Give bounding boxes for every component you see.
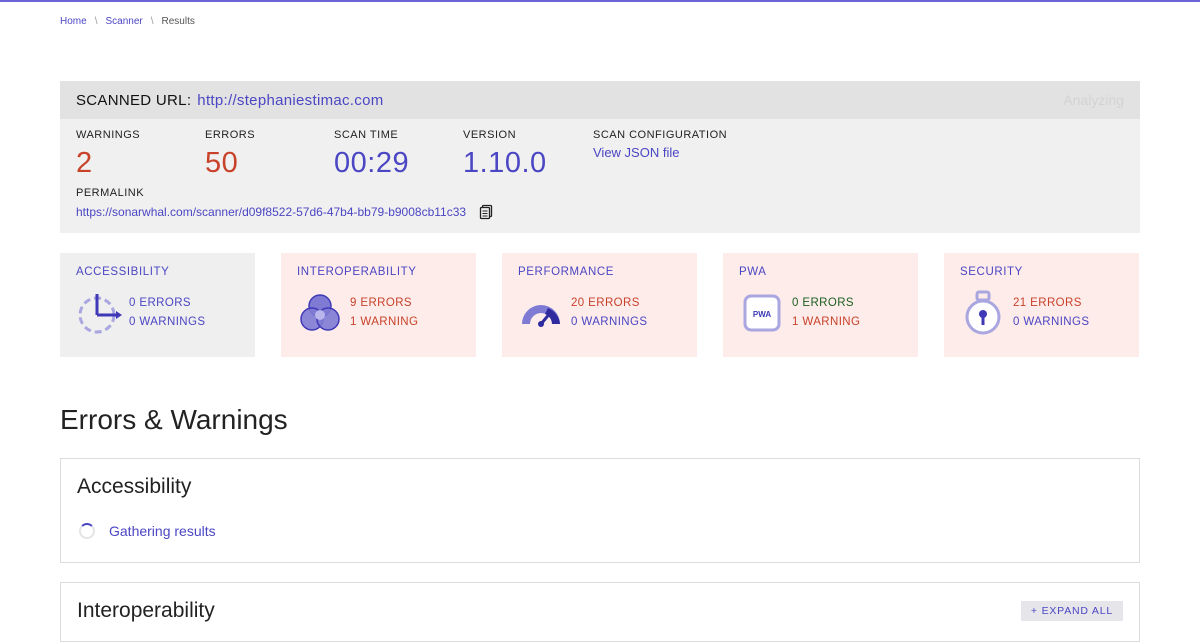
category-warnings: 0 WARNINGS xyxy=(129,316,206,328)
pwa-icon: PWA xyxy=(743,294,781,332)
breadcrumb-scanner-link[interactable]: Scanner xyxy=(105,16,142,27)
breadcrumb: Home \ Scanner \ Results xyxy=(60,16,195,27)
copy-icon[interactable] xyxy=(478,204,494,220)
category-card-accessibility[interactable]: ACCESSIBILITY 0 ERRORS 0 WARNINGS xyxy=(60,253,255,357)
errors-value: 50 xyxy=(205,147,239,179)
category-card-pwa[interactable]: PWA PWA 0 ERRORS 1 WARNING xyxy=(723,253,918,357)
scan-summary-panel: SCANNED URL: http://stephaniestimac.com … xyxy=(60,81,1140,233)
scanned-url-label: SCANNED URL: xyxy=(76,91,192,109)
version-stat: VERSION 1.10.0 xyxy=(463,129,547,180)
scan-config-stat: SCAN CONFIGURATION View JSON file xyxy=(593,129,727,160)
expand-all-button[interactable]: + EXPAND ALL xyxy=(1020,601,1123,621)
category-warnings: 1 WARNING xyxy=(350,316,419,328)
breadcrumb-separator: \ xyxy=(94,16,98,27)
category-errors: 9 ERRORS xyxy=(350,297,412,309)
category-title: SECURITY xyxy=(960,266,1023,278)
view-json-link[interactable]: View JSON file xyxy=(593,145,679,160)
category-errors: 20 ERRORS xyxy=(571,297,640,309)
permalink-link[interactable]: https://sonarwhal.com/scanner/d09f8522-5… xyxy=(76,205,466,219)
section-title: Interoperability xyxy=(77,599,215,622)
category-warnings: 1 WARNING xyxy=(792,316,861,328)
permalink-block: PERMALINK https://sonarwhal.com/scanner/… xyxy=(76,187,494,220)
category-card-performance[interactable]: PERFORMANCE 20 ERRORS 0 WARNINGS xyxy=(502,253,697,357)
svg-text:PWA: PWA xyxy=(753,310,771,319)
permalink-label: PERMALINK xyxy=(76,187,145,199)
accessibility-results-section: Accessibility Gathering results xyxy=(60,458,1140,563)
category-warnings: 0 WARNINGS xyxy=(1013,316,1090,328)
category-title: PWA xyxy=(739,266,767,278)
scan-time-label: SCAN TIME xyxy=(334,129,399,141)
interoperability-results-section: Interoperability + EXPAND ALL xyxy=(60,582,1140,642)
errors-warnings-heading: Errors & Warnings xyxy=(60,404,288,435)
breadcrumb-separator: \ xyxy=(150,16,154,27)
loading-text: Gathering results xyxy=(109,523,216,539)
scan-config-label: SCAN CONFIGURATION xyxy=(593,129,728,141)
breadcrumb-current: Results xyxy=(161,16,195,27)
scan-status: Analyzing xyxy=(1063,92,1124,108)
errors-label: ERRORS xyxy=(205,129,256,141)
version-label: VERSION xyxy=(463,129,517,141)
category-title: ACCESSIBILITY xyxy=(76,266,170,278)
category-title: PERFORMANCE xyxy=(518,266,615,278)
category-summary: ACCESSIBILITY 0 ERRORS 0 WARNINGS INTERO… xyxy=(60,253,1140,357)
version-value: 1.10.0 xyxy=(463,147,547,179)
scan-header: SCANNED URL: http://stephaniestimac.com … xyxy=(60,81,1140,119)
scanned-url-link[interactable]: http://stephaniestimac.com xyxy=(197,92,383,109)
errors-stat: ERRORS 50 xyxy=(205,129,255,180)
breadcrumb-home-link[interactable]: Home xyxy=(60,16,87,27)
loading-status: Gathering results xyxy=(79,523,216,539)
warnings-stat: WARNINGS 2 xyxy=(76,129,140,180)
section-title: Accessibility xyxy=(77,475,192,498)
interoperability-icon xyxy=(300,294,340,331)
spinner-icon xyxy=(79,523,95,539)
category-warnings: 0 WARNINGS xyxy=(571,316,648,328)
category-errors: 21 ERRORS xyxy=(1013,297,1082,309)
category-errors: 0 ERRORS xyxy=(792,297,854,309)
warnings-label: WARNINGS xyxy=(76,129,141,141)
category-title: INTEROPERABILITY xyxy=(297,266,417,278)
scan-time-stat: SCAN TIME 00:29 xyxy=(334,129,409,180)
performance-icon xyxy=(522,305,560,327)
security-icon xyxy=(965,290,1001,335)
scan-time-value: 00:29 xyxy=(334,147,410,179)
category-errors: 0 ERRORS xyxy=(129,297,191,309)
accessibility-icon xyxy=(78,294,122,334)
warnings-value: 2 xyxy=(76,147,93,179)
category-card-interoperability[interactable]: INTEROPERABILITY 9 ERRORS 1 WARNING xyxy=(281,253,476,357)
category-card-security[interactable]: SECURITY 21 ERRORS 0 WARNINGS xyxy=(944,253,1139,357)
